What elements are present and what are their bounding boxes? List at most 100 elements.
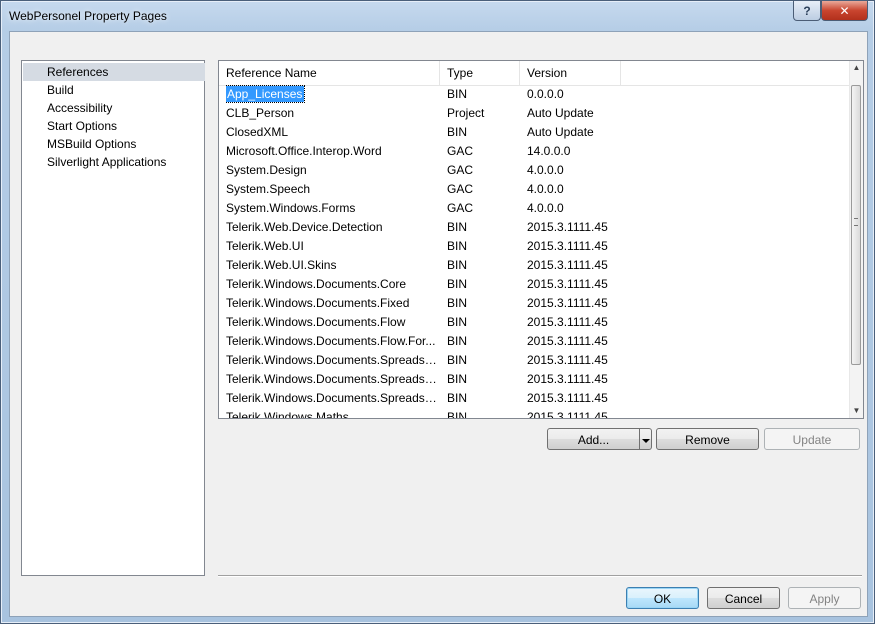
update-button[interactable]: Update (764, 428, 860, 450)
nav-item-label: Start Options (47, 119, 118, 133)
table-row[interactable]: ClosedXML BIN Auto Update (219, 123, 849, 142)
list-body: App_Licenses BIN 0.0.0.0 CLB_Person Proj… (219, 85, 849, 418)
nav-item-silverlight-applications[interactable]: Silverlight Applications (23, 153, 205, 171)
table-row[interactable]: Microsoft.Office.Interop.Word GAC 14.0.0… (219, 142, 849, 161)
table-row[interactable]: Telerik.Windows.Documents.Spreadsh... BI… (219, 351, 849, 370)
nav-item-build[interactable]: Build (23, 81, 205, 99)
cell-type: BIN (447, 410, 468, 418)
table-row[interactable]: Telerik.Windows.Documents.Flow BIN 2015.… (219, 313, 849, 332)
add-reference-label: Add... (577, 433, 610, 447)
table-row[interactable]: CLB_Person Project Auto Update (219, 104, 849, 123)
cell-version: 2015.3.1111.45 (527, 315, 608, 329)
cell-type: BIN (447, 296, 468, 310)
vertical-scrollbar[interactable]: ▲ ▼ (849, 61, 863, 418)
cell-version: 2015.3.1111.45 (527, 391, 608, 405)
nav-item-start-options[interactable]: Start Options (23, 117, 205, 135)
cell-reference-name: Telerik.Windows.Maths (226, 410, 349, 418)
nav-item-references[interactable]: References (23, 63, 205, 81)
scrollbar-thumb[interactable] (851, 85, 861, 365)
list-header: Reference Name Type Version (219, 61, 849, 86)
cell-reference-name: App_Licenses (226, 85, 438, 104)
cell-reference-name: ClosedXML (226, 125, 289, 139)
chevron-down-icon (641, 438, 650, 443)
cell-type: BIN (447, 220, 468, 234)
apply-button[interactable]: Apply (788, 587, 861, 609)
cell-reference-name: Telerik.Windows.Documents.Spreadsh... (226, 372, 438, 386)
cell-type: BIN (447, 239, 468, 253)
column-header-type[interactable]: Type (440, 61, 520, 85)
cell-reference-name: CLB_Person (226, 106, 295, 120)
column-header-reference-name[interactable]: Reference Name (219, 61, 440, 85)
grip-icon (854, 218, 858, 226)
cell-reference-name: Telerik.Web.UI (226, 239, 304, 253)
ok-button[interactable]: OK (626, 587, 699, 609)
cell-reference-name: Telerik.Web.UI.Skins (226, 258, 337, 272)
add-reference-button[interactable]: Add... (547, 428, 640, 450)
cell-type: BIN (447, 258, 468, 272)
category-list: References Build Accessibility Start Opt… (21, 60, 205, 576)
nav-item-label: Build (47, 83, 74, 97)
cell-version: 2015.3.1111.45 (527, 220, 608, 234)
table-row[interactable]: Telerik.Windows.Documents.Fixed BIN 2015… (219, 294, 849, 313)
ok-label: OK (653, 592, 672, 606)
references-list[interactable]: Reference Name Type Version App_Licenses… (218, 60, 864, 419)
cell-version: 0.0.0.0 (527, 87, 564, 101)
table-row[interactable]: Telerik.Windows.Documents.Flow.For... BI… (219, 332, 849, 351)
nav-item-accessibility[interactable]: Accessibility (23, 99, 205, 117)
help-icon: ? (803, 3, 811, 18)
cell-reference-name: Telerik.Windows.Documents.Flow (226, 315, 406, 329)
help-button[interactable]: ? (793, 1, 821, 21)
table-row[interactable]: Telerik.Windows.Maths BIN 2015.3.1111.45 (219, 408, 849, 418)
table-row[interactable]: System.Windows.Forms GAC 4.0.0.0 (219, 199, 849, 218)
cell-reference-name: Telerik.Windows.Documents.Flow.For... (226, 334, 436, 348)
table-row[interactable]: Telerik.Web.UI BIN 2015.3.1111.45 (219, 237, 849, 256)
table-row[interactable]: Telerik.Web.UI.Skins BIN 2015.3.1111.45 (219, 256, 849, 275)
table-row[interactable]: Telerik.Web.Device.Detection BIN 2015.3.… (219, 218, 849, 237)
dialog-client-area: References Build Accessibility Start Opt… (9, 31, 868, 617)
add-dropdown-button[interactable] (640, 428, 652, 450)
update-label: Update (792, 433, 832, 447)
table-row[interactable]: Telerik.Windows.Documents.Spreadsh... BI… (219, 389, 849, 408)
cell-reference-name: Microsoft.Office.Interop.Word (226, 144, 382, 158)
remove-button[interactable]: Remove (656, 428, 759, 450)
cell-version: 2015.3.1111.45 (527, 239, 608, 253)
cell-type: BIN (447, 391, 468, 405)
cancel-button[interactable]: Cancel (707, 587, 780, 609)
cell-version: Auto Update (527, 106, 594, 120)
cell-version: 4.0.0.0 (527, 163, 564, 177)
cell-reference-name: Telerik.Web.Device.Detection (226, 220, 383, 234)
cell-type: GAC (447, 201, 474, 215)
cell-version: 2015.3.1111.45 (527, 258, 608, 272)
cell-version: 14.0.0.0 (527, 144, 571, 158)
table-row[interactable]: System.Speech GAC 4.0.0.0 (219, 180, 849, 199)
cell-reference-name: System.Speech (226, 182, 311, 196)
cell-type: GAC (447, 182, 474, 196)
cell-type: BIN (447, 353, 468, 367)
nav-item-label: Silverlight Applications (47, 155, 167, 169)
selected-reference-name: App_Licenses (226, 85, 306, 103)
nav-item-msbuild-options[interactable]: MSBuild Options (23, 135, 205, 153)
cell-version: 2015.3.1111.45 (527, 372, 608, 386)
cell-version: 2015.3.1111.45 (527, 334, 608, 348)
table-row[interactable]: Telerik.Windows.Documents.Spreadsh... BI… (219, 370, 849, 389)
nav-item-label: MSBuild Options (47, 137, 137, 151)
cell-type: BIN (447, 334, 468, 348)
scroll-up-arrow-icon[interactable]: ▲ (850, 61, 863, 75)
scroll-down-arrow-icon[interactable]: ▼ (850, 404, 863, 418)
cell-version: 4.0.0.0 (527, 201, 564, 215)
cell-type: BIN (447, 87, 468, 101)
cell-type: BIN (447, 315, 468, 329)
cell-type: BIN (447, 125, 468, 139)
table-row[interactable]: App_Licenses BIN 0.0.0.0 (219, 85, 849, 104)
title-bar[interactable]: WebPersonel Property Pages ? ✕ (1, 1, 874, 29)
cancel-label: Cancel (724, 592, 763, 606)
cell-version: 4.0.0.0 (527, 182, 564, 196)
close-button[interactable]: ✕ (821, 1, 868, 21)
table-row[interactable]: Telerik.Windows.Documents.Core BIN 2015.… (219, 275, 849, 294)
nav-item-label: References (47, 65, 109, 79)
cell-type: GAC (447, 144, 474, 158)
table-row[interactable]: System.Design GAC 4.0.0.0 (219, 161, 849, 180)
column-header-version[interactable]: Version (520, 61, 621, 85)
apply-label: Apply (809, 592, 840, 606)
cell-version: 2015.3.1111.45 (527, 410, 608, 418)
